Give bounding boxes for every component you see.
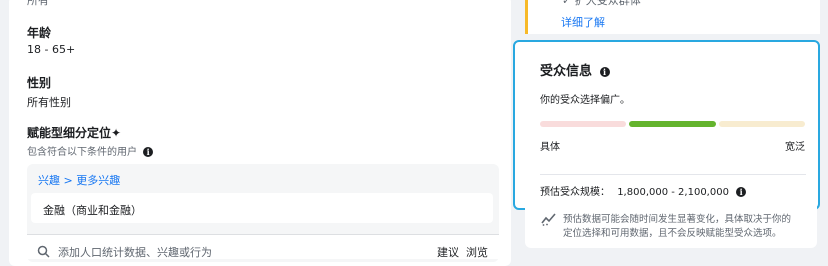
selected-interest[interactable]: 金融（商业和金融） — [43, 202, 142, 218]
meter-specific-label: 具体 — [540, 142, 560, 153]
audience-description: 你的受众选择偏广。 — [540, 95, 630, 106]
estimated-size-label: 预估受众规模： — [540, 187, 610, 198]
divider — [540, 174, 806, 175]
meter-active-segment — [629, 121, 716, 127]
disclaimer-line-2: 定位选择和可用数据，且不会反映赋能型受众选项。 — [563, 228, 782, 239]
trend-icon — [541, 213, 556, 226]
estimated-size-row: 预估受众规模： 1,800,000 - 2,100,000 i — [540, 183, 747, 198]
search-icon — [37, 245, 50, 258]
expand-audience-partial: ✓ 扩大受众群体 — [562, 0, 641, 7]
disclaimer-line-1: 预估数据可能会随时间发生显著变化，具体取决于你的 — [563, 214, 792, 225]
audience-title: 受众信息 — [540, 64, 593, 79]
estimated-size-value: 1,800,000 - 2,100,000 — [617, 187, 729, 198]
audience-title-row: 受众信息 i — [540, 60, 610, 79]
info-icon[interactable]: i — [143, 147, 154, 157]
targeting-subtitle: 包含符合以下条件的用户 i — [27, 143, 154, 158]
targeting-subtitle-text: 包含符合以下条件的用户 — [27, 147, 137, 158]
gender-value[interactable]: 所有性别 — [27, 94, 71, 110]
meter-broad-segment — [719, 121, 805, 127]
meter-broad-label: 宽泛 — [785, 142, 805, 153]
meter-specific-segment — [540, 121, 626, 127]
info-icon[interactable]: i — [736, 187, 747, 197]
learn-more-link[interactable]: 详细了解 — [561, 14, 605, 30]
partial-text: 所有 — [27, 0, 49, 7]
age-value[interactable]: 18 - 65+ — [27, 43, 75, 56]
age-label: 年龄 — [27, 26, 52, 40]
breadcrumb[interactable]: 兴趣 > 更多兴趣 — [38, 172, 120, 188]
gender-label: 性别 — [27, 76, 52, 90]
targeting-label: 赋能型细分定位✦ — [27, 126, 122, 140]
info-icon[interactable]: i — [599, 66, 610, 77]
